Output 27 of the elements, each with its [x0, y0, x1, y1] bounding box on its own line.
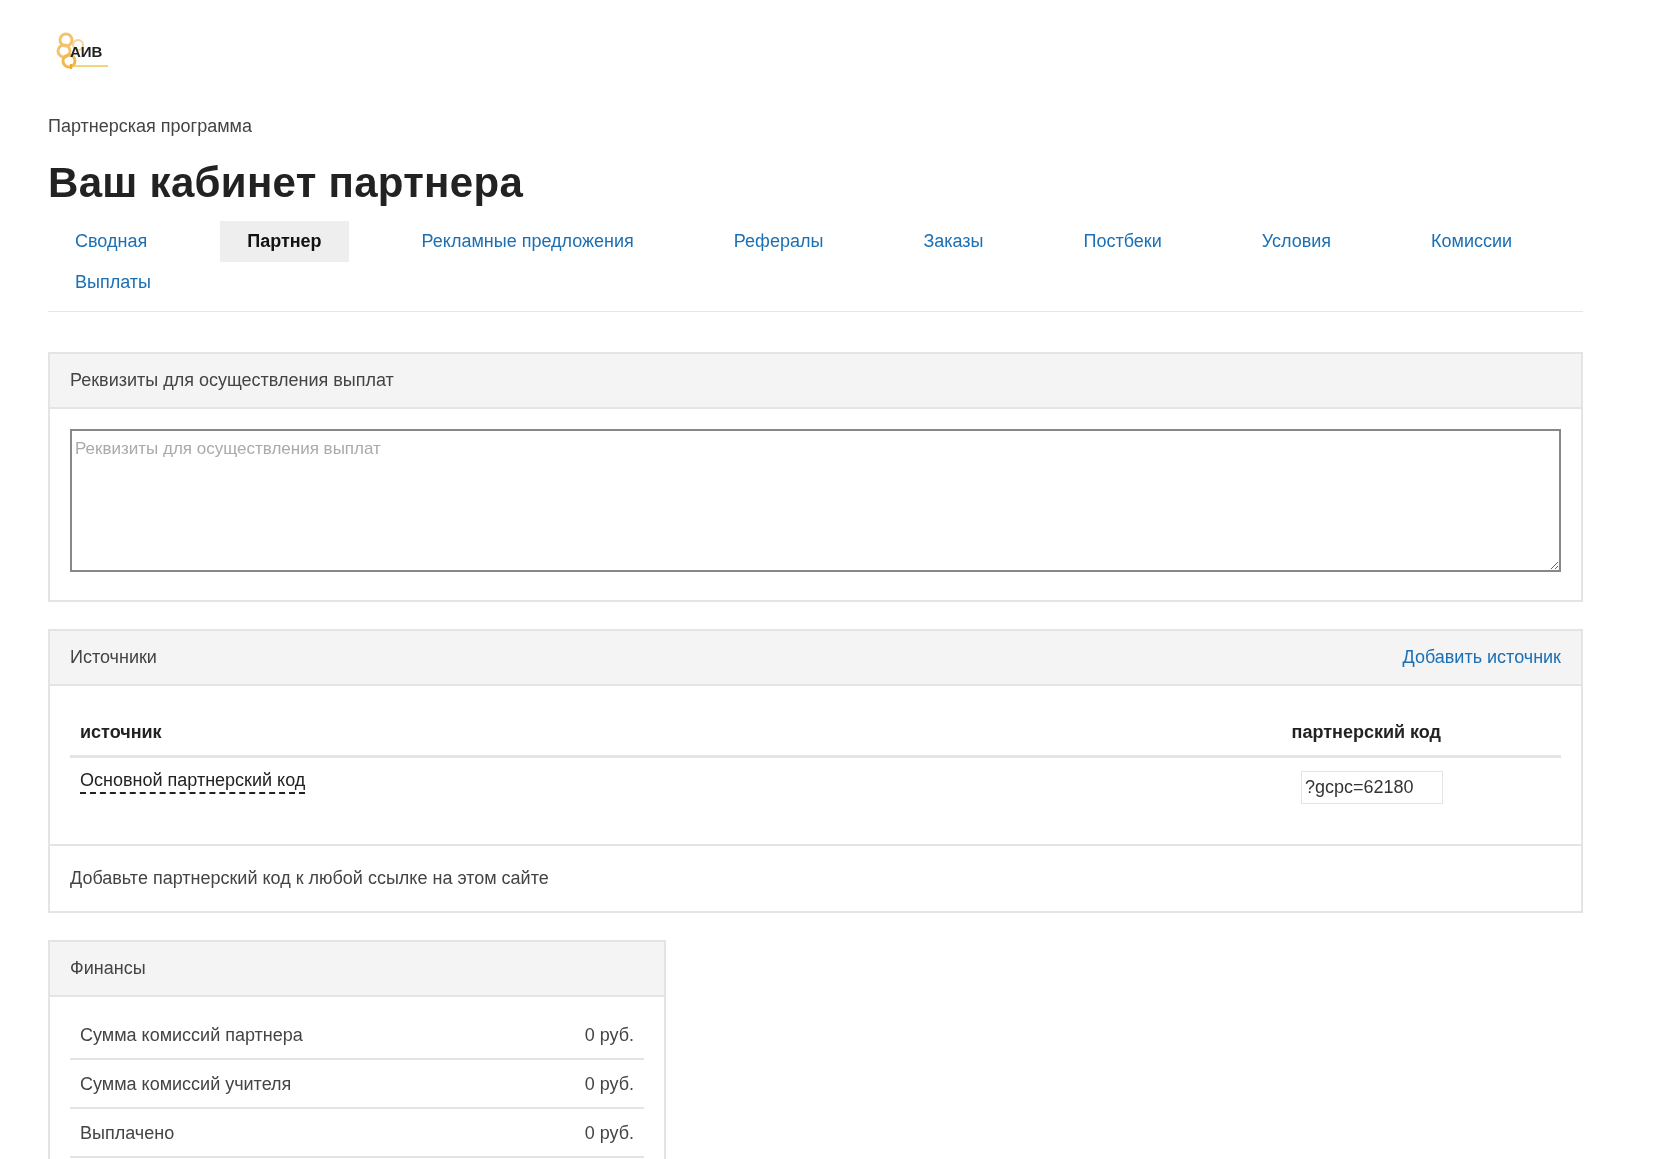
tab[interactable]: Выплаты — [48, 262, 178, 303]
panel-heading: Источники — [70, 647, 157, 668]
hint-text: Добавьте партнерский код к любой ссылке на этом сайте — [70, 868, 549, 888]
tab[interactable]: Постбеки — [1056, 221, 1189, 262]
tab[interactable]: Заказы — [896, 221, 1011, 262]
finance-value: 0 руб. — [584, 1074, 634, 1095]
add-source-link[interactable]: Добавить источник — [1402, 647, 1561, 668]
finance-label: Сумма комиссий учителя — [80, 1074, 292, 1095]
page-title: Ваш кабинет партнера — [48, 159, 525, 207]
panel-heading: Финансы — [70, 958, 146, 979]
column-header: источник — [80, 722, 162, 743]
finance-label: Сумма комиссий партнера — [80, 1025, 303, 1046]
column-header: партнерский код — [1291, 722, 1441, 743]
tab[interactable]: Условия — [1234, 221, 1359, 262]
tab[interactable]: Рекламные предложения — [394, 221, 661, 262]
breadcrumb: Партнерская программа — [48, 116, 253, 137]
tab[interactable]: Сводная — [48, 221, 175, 262]
source-name[interactable]: Основной партнерский код — [80, 770, 306, 794]
tab[interactable]: Рефералы — [706, 221, 851, 262]
payment-details-field[interactable]: Реквизиты для осуществления выплат — [70, 429, 1561, 572]
finance-label: Выплачено — [80, 1123, 175, 1144]
tab[interactable]: Комиссии — [1404, 221, 1540, 262]
panel-heading: Реквизиты для осуществления выплат — [70, 370, 394, 391]
partner-code-field[interactable]: ?gcpc=62180 — [1301, 771, 1443, 804]
finance-value: 0 руб. — [584, 1025, 634, 1046]
tab[interactable]: Партнер — [220, 221, 349, 262]
finance-value: 0 руб. — [584, 1123, 634, 1144]
